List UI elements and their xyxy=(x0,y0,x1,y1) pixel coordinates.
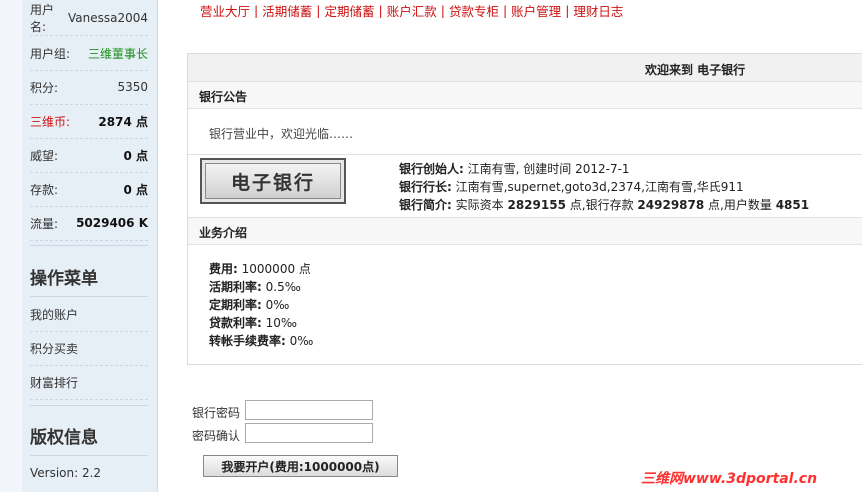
bank-logo-text: 电子银行 xyxy=(205,163,341,199)
top-navigation: 营业大厅 | 活期储蓄 | 定期储蓄 | 账户汇款 | 贷款专柜 | 账户管理 … xyxy=(196,1,627,19)
nav-remittance[interactable]: 账户汇款 xyxy=(383,1,441,20)
site-watermark: 三维网www.3dportal.cn xyxy=(641,471,818,487)
nav-business-hall[interactable]: 营业大厅 xyxy=(196,1,254,20)
usergroup-label: 用户组: xyxy=(30,46,71,61)
prestige-value: 0 点 xyxy=(123,148,148,163)
bank-logo: 电子银行 xyxy=(200,158,346,204)
points-value: 5350 xyxy=(117,80,148,94)
coins-label: 三维币: xyxy=(30,114,71,129)
confirm-password-field[interactable] xyxy=(245,423,373,443)
points-label: 积分: xyxy=(30,80,59,95)
bank-deposit-value: 24929878 xyxy=(637,198,705,212)
nav-fixed-savings[interactable]: 定期储蓄 xyxy=(320,1,378,20)
prestige-label: 威望: xyxy=(30,148,59,163)
divider xyxy=(188,154,862,155)
user-count-value: 4851 xyxy=(775,198,810,212)
transfer-fee-label: 转帐手续费率: xyxy=(209,334,286,348)
capital-value: 2829155 xyxy=(507,198,566,212)
current-rate-label: 活期利率: xyxy=(209,280,262,294)
fee-label: 费用: xyxy=(209,262,238,276)
menu-item-my-account[interactable]: 我的账户 xyxy=(30,297,148,332)
current-rate-line: 活期利率: 0.5‰ xyxy=(209,278,313,296)
nav-current-savings[interactable]: 活期储蓄 xyxy=(258,1,316,20)
intro-line: 银行简介: 实际资本 2829155 点,银行存款 24929878 点,用户数… xyxy=(399,196,809,214)
password-field[interactable] xyxy=(245,400,373,420)
bank-details: 银行创始人: 江南有雪, 创建时间 2012-7-1 银行行长: 江南有雪,su… xyxy=(399,160,809,214)
username-label: 用户名: xyxy=(30,3,55,34)
stat-coins: 三维币: 2874 点 xyxy=(30,104,148,139)
business-title: 业务介绍 xyxy=(199,226,248,240)
user-info-panel: 用户名: Vanessa2004 用户组: 三维董事长 积分: 5350 三维币… xyxy=(22,0,158,492)
menu-item-wealth-ranking[interactable]: 财富排行 xyxy=(30,365,148,400)
stat-deposit: 存款: 0 点 xyxy=(30,172,148,207)
intro-mid2: 点,用户数量 xyxy=(708,198,772,212)
menu-item-points-trade[interactable]: 积分买卖 xyxy=(30,331,148,366)
stat-traffic: 流量: 5029406 K xyxy=(30,206,148,241)
president-line: 银行行长: 江南有雪,supernet,goto3d,2374,江南有雪,华氏9… xyxy=(399,178,809,196)
intro-label: 银行简介: xyxy=(399,198,452,212)
nav-loans[interactable]: 贷款专柜 xyxy=(445,1,503,20)
president-value: 江南有雪,supernet,goto3d,2374,江南有雪,华氏911 xyxy=(455,180,744,194)
nav-finance-log[interactable]: 理财日志 xyxy=(569,1,627,20)
deposit-value: 0 点 xyxy=(123,182,148,197)
fixed-rate-value: 0‰ xyxy=(265,298,290,312)
loan-rate-label: 贷款利率: xyxy=(209,316,262,330)
founder-value: 江南有雪, 创建时间 2012-7-1 xyxy=(467,162,630,176)
deposit-label: 存款: xyxy=(30,182,59,197)
transfer-fee-line: 转帐手续费率: 0‰ xyxy=(209,332,313,350)
divider xyxy=(30,245,148,246)
president-label: 银行行长: xyxy=(399,180,452,194)
intro-prefix: 实际资本 xyxy=(455,198,504,212)
transfer-fee-value: 0‰ xyxy=(289,334,314,348)
loan-rate-line: 贷款利率: 10‰ xyxy=(209,314,313,332)
copyright-title: 版权信息 xyxy=(30,428,98,448)
business-details: 费用: 1000000 点 活期利率: 0.5‰ 定期利率: 0‰ 贷款利率: … xyxy=(209,260,313,350)
notice-header: 银行公告 xyxy=(188,81,862,109)
open-account-button[interactable]: 我要开户(费用:1000000点) xyxy=(203,455,398,477)
stat-points: 积分: 5350 xyxy=(30,70,148,105)
business-header: 业务介绍 xyxy=(188,217,862,245)
intro-mid1: 点,银行存款 xyxy=(569,198,634,212)
fixed-rate-line: 定期利率: 0‰ xyxy=(209,296,313,314)
left-edge-strip xyxy=(0,0,23,492)
coins-value: 2874 点 xyxy=(98,114,148,129)
divider xyxy=(30,405,148,406)
menu-title: 操作菜单 xyxy=(30,269,98,289)
founder-label: 银行创始人: xyxy=(399,162,464,176)
confirm-password-label: 密码确认 xyxy=(192,429,241,443)
current-rate-value: 0.5‰ xyxy=(265,280,301,294)
fee-line: 费用: 1000000 点 xyxy=(209,260,313,278)
loan-rate-value: 10‰ xyxy=(265,316,298,330)
password-label: 银行密码 xyxy=(192,406,241,420)
welcome-header: 欢迎来到 电子银行 xyxy=(188,54,862,82)
notice-text: 银行营业中，欢迎光临…… xyxy=(209,127,354,141)
stat-prestige: 威望: 0 点 xyxy=(30,138,148,173)
bank-info-box: 欢迎来到 电子银行 银行公告 银行营业中，欢迎光临…… 电子银行 银行创始人: … xyxy=(187,53,862,365)
fixed-rate-label: 定期利率: xyxy=(209,298,262,312)
stat-usergroup: 用户组: 三维董事长 xyxy=(30,36,148,71)
traffic-label: 流量: xyxy=(30,216,59,231)
notice-title: 银行公告 xyxy=(199,90,248,104)
welcome-text: 欢迎来到 电子银行 xyxy=(645,63,746,77)
nav-account-management[interactable]: 账户管理 xyxy=(507,1,565,20)
founder-line: 银行创始人: 江南有雪, 创建时间 2012-7-1 xyxy=(399,160,809,178)
traffic-value: 5029406 K xyxy=(76,216,148,230)
username-value: Vanessa2004 xyxy=(67,11,148,25)
stat-username: 用户名: Vanessa2004 xyxy=(30,1,148,36)
version-text: Version: 2.2 xyxy=(30,466,102,480)
fee-value: 1000000 点 xyxy=(241,262,311,276)
usergroup-value: 三维董事长 xyxy=(87,46,148,61)
